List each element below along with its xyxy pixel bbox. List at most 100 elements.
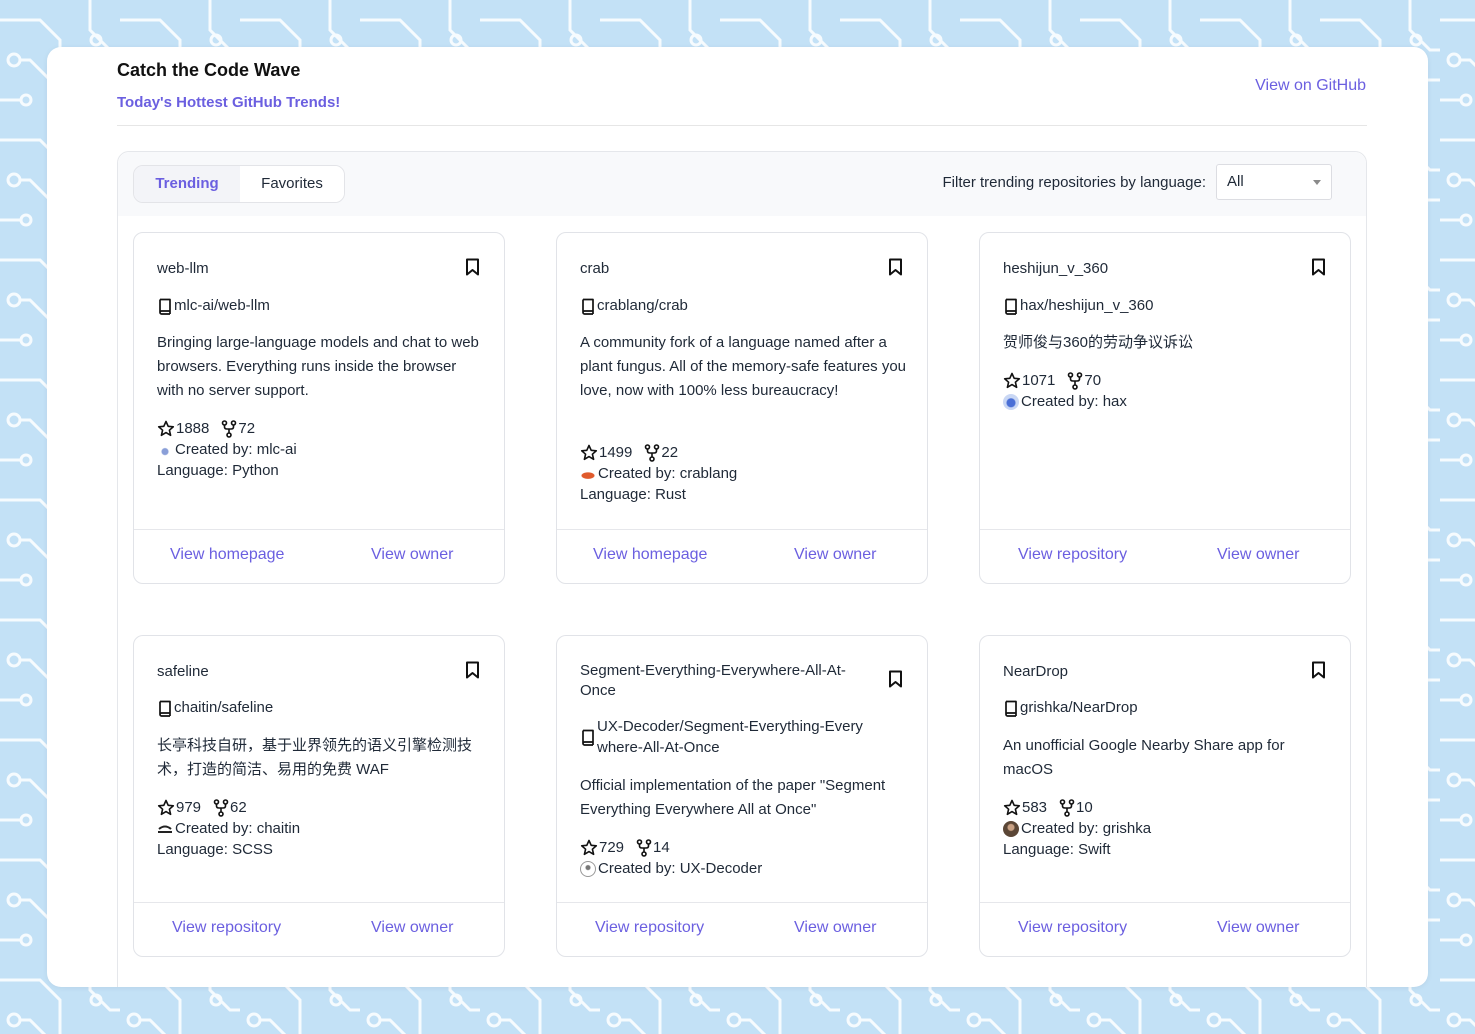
app-window: Catch the Code Wave Today's Hottest GitH… <box>47 47 1428 987</box>
repo-card: heshijun_v_360 hax/heshijun_v_360 贺师俊与36… <box>979 232 1351 584</box>
repo-card: NearDrop grishka/NearDrop An unofficial … <box>979 635 1351 957</box>
star-icon <box>1003 372 1021 389</box>
bookmark-icon[interactable] <box>1311 661 1326 679</box>
repo-card: Segment-Everything-Everywhere-All-At-Onc… <box>556 635 928 957</box>
repo-full-name: chaitin/safeline <box>157 697 273 718</box>
view-owner-link[interactable]: View owner <box>794 919 876 937</box>
bookmark-icon[interactable] <box>1311 258 1326 276</box>
repo-stats: 1071 70 <box>1003 371 1101 391</box>
view-repository-link[interactable]: View repository <box>172 919 281 937</box>
repo-name: crab <box>580 260 610 277</box>
view-owner-link[interactable]: View owner <box>1217 919 1299 937</box>
repo-creator: Created by: UX-Decoder <box>580 859 762 879</box>
repo-creator: Created by: chaitin <box>157 819 300 839</box>
view-homepage-link[interactable]: View homepage <box>593 546 707 564</box>
fork-icon <box>1068 372 1083 390</box>
card-footer: View repository View owner <box>980 902 1350 956</box>
view-homepage-link[interactable]: View homepage <box>170 546 284 564</box>
view-owner-link[interactable]: View owner <box>371 546 453 564</box>
language-filter-label: Filter trending repositories by language… <box>942 174 1206 191</box>
repo-full-name: mlc-ai/web-llm <box>157 295 270 316</box>
header-divider <box>117 125 1367 126</box>
card-footer: View homepage View owner <box>557 529 927 583</box>
repo-description: 贺师俊与360的劳动争议诉讼 <box>1003 334 1194 351</box>
bookmark-icon[interactable] <box>465 258 480 276</box>
view-repository-link[interactable]: View repository <box>595 919 704 937</box>
tab-favorites[interactable]: Favorites <box>240 166 344 202</box>
repo-icon <box>159 700 171 717</box>
star-icon <box>157 799 175 816</box>
page-subtitle: Today's Hottest GitHub Trends! <box>117 94 341 111</box>
repo-language: Language: Rust <box>580 486 686 503</box>
view-owner-link[interactable]: View owner <box>371 919 453 937</box>
language-select-value: All <box>1227 173 1244 190</box>
fork-icon <box>645 444 660 462</box>
repo-full-name: hax/heshijun_v_360 <box>1003 295 1153 316</box>
creator-text: Created by: crablang <box>598 465 738 482</box>
view-on-github-link[interactable]: View on GitHub <box>1255 77 1366 95</box>
repo-description: Official implementation of the paper "Se… <box>580 777 886 818</box>
card-footer: View repository View owner <box>980 529 1350 583</box>
creator-text: Created by: chaitin <box>175 820 301 837</box>
repo-language: Language: Python <box>157 462 279 479</box>
repo-icon <box>1005 700 1017 717</box>
repo-stats: 1888 72 <box>157 419 255 439</box>
bookmark-icon[interactable] <box>888 258 903 276</box>
card-footer: View repository View owner <box>557 902 927 956</box>
card-footer: View homepage View owner <box>134 529 504 583</box>
grishka-avatar-icon <box>1003 821 1019 837</box>
repo-name: safeline <box>157 663 209 680</box>
repo-full-name-text: hax/heshijun_v_360 <box>1020 297 1154 314</box>
chevron-down-icon <box>1313 180 1321 185</box>
repo-icon <box>159 298 171 315</box>
crab-avatar-icon <box>580 466 596 482</box>
bookmark-icon[interactable] <box>465 661 480 679</box>
fork-stat: 72 <box>221 419 255 439</box>
page-title: Catch the Code Wave <box>117 60 301 80</box>
card-footer: View repository View owner <box>134 902 504 956</box>
repo-icon <box>582 298 594 315</box>
repo-stats: 1499 22 <box>580 443 678 463</box>
repo-full-name: crablang/crab <box>580 295 688 316</box>
star-count: 1888 <box>176 420 210 437</box>
creator-text: Created by: grishka <box>1021 820 1152 837</box>
repo-full-name-text: UX-Decoder/Segment-Everything-Everywhere… <box>597 718 863 756</box>
language-select[interactable]: All <box>1216 164 1332 200</box>
view-repository-link[interactable]: View repository <box>1018 546 1127 564</box>
star-icon <box>580 839 598 856</box>
fork-count: 62 <box>230 799 247 816</box>
repo-name: Segment-Everything-Everywhere-All-At-Onc… <box>580 662 846 699</box>
view-repository-link[interactable]: View repository <box>1018 919 1127 937</box>
repo-description: An unofficial Google Nearby Share app fo… <box>1003 737 1285 778</box>
fork-count: 10 <box>1076 799 1093 816</box>
star-count: 583 <box>1022 799 1048 816</box>
fork-count: 70 <box>1084 372 1102 389</box>
star-icon <box>1003 799 1021 816</box>
fork-count: 22 <box>661 444 679 461</box>
repo-full-name: grishka/NearDrop <box>1003 697 1138 718</box>
repo-card: crab crablang/crab A community fork of a… <box>556 232 928 584</box>
repo-description: A community fork of a language named aft… <box>580 334 907 399</box>
tab-trending[interactable]: Trending <box>134 166 240 202</box>
bookmark-icon[interactable] <box>888 670 903 688</box>
repo-creator: Created by: crablang <box>580 464 737 484</box>
fork-icon <box>1059 799 1075 817</box>
repo-creator: Created by: grishka <box>1003 819 1151 839</box>
repo-card: web-llm mlc-ai/web-llm Bringing large-la… <box>133 232 505 584</box>
repo-name: heshijun_v_360 <box>1003 260 1109 277</box>
tab-group: Trending Favorites <box>133 165 345 203</box>
repo-stats: 729 14 <box>580 838 670 858</box>
view-owner-link[interactable]: View owner <box>794 546 876 564</box>
star-count: 1071 <box>1022 372 1056 389</box>
star-count: 1499 <box>599 444 633 461</box>
fork-stat: 22 <box>644 443 678 463</box>
fork-icon <box>222 420 237 438</box>
fork-stat: 70 <box>1067 371 1101 391</box>
repo-full-name-text: mlc-ai/web-llm <box>174 297 270 314</box>
view-owner-link[interactable]: View owner <box>1217 546 1299 564</box>
repo-stats: 979 62 <box>157 798 247 818</box>
repo-full-name-text: grishka/NearDrop <box>1020 699 1138 716</box>
star-icon <box>580 444 598 461</box>
repo-stats: 583 10 <box>1003 798 1093 818</box>
repo-name: NearDrop <box>1003 663 1069 680</box>
